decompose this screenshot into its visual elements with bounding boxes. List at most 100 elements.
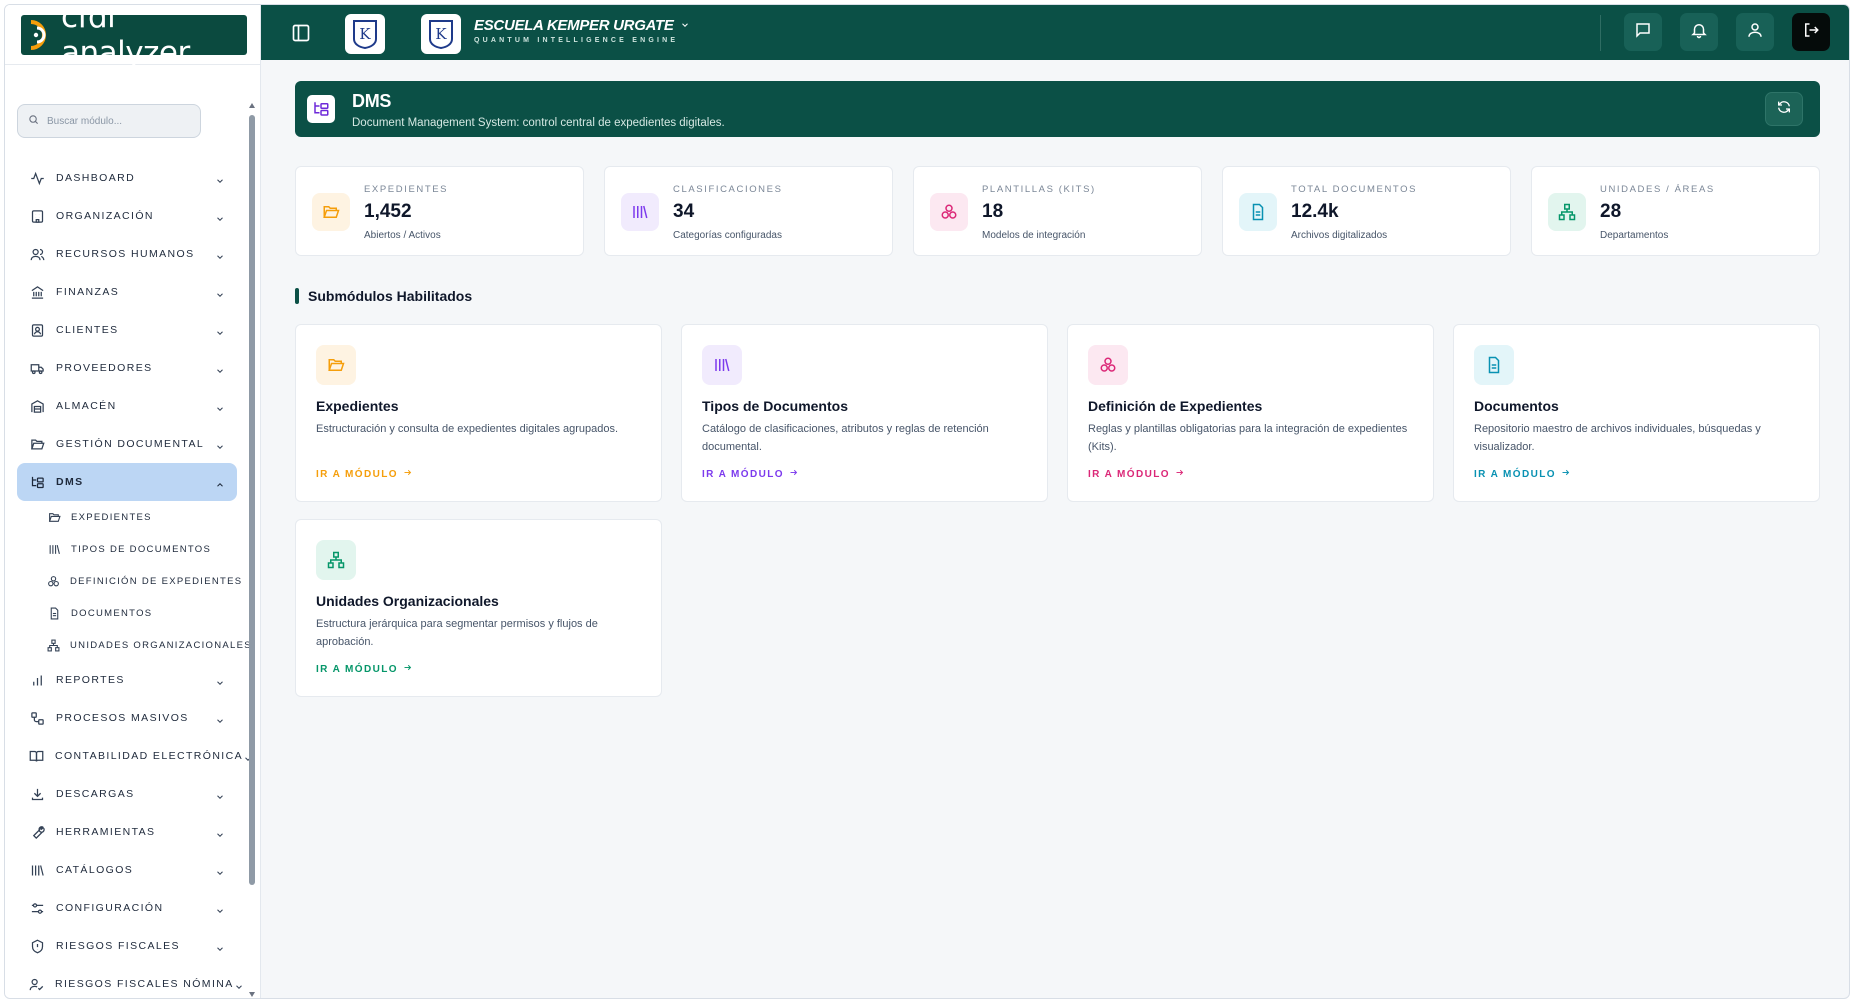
user-check-icon	[29, 976, 44, 992]
stat-card-unidades: UNIDADES / ÁREAS 28 Departamentos	[1531, 166, 1820, 256]
brand-name: cfdi analyzer	[61, 4, 190, 71]
section-title: Submódulos Habilitados	[308, 288, 473, 304]
module-link-label: IR A MÓDULO	[1088, 468, 1170, 480]
stat-card-expedientes: EXPEDIENTES 1,452 Abiertos / Activos	[295, 166, 584, 256]
building-icon	[29, 208, 45, 224]
sidebar-subitem-documentos[interactable]: DOCUMENTOS	[47, 597, 237, 629]
sidebar-item-label: CATÁLOGOS	[56, 864, 134, 876]
library-icon	[621, 193, 659, 231]
sidebar-item-finanzas[interactable]: FINANZAS	[17, 273, 237, 311]
sidebar-item-catalogos[interactable]: CATÁLOGOS	[17, 851, 237, 889]
logout-button[interactable]	[1792, 13, 1830, 51]
module-card-documentos[interactable]: Documentos Repositorio maestro de archiv…	[1453, 324, 1820, 502]
school-selector[interactable]: ESCUELA KEMPER URGATE QUANTUM INTELLIGEN…	[474, 17, 690, 44]
module-link-label: IR A MÓDULO	[316, 468, 398, 480]
module-description: Repositorio maestro de archivos individu…	[1474, 423, 1761, 453]
logout-icon	[1802, 21, 1820, 44]
sidebar: cfdi analyzer DASHBOARD ORGANIZACIÓN	[5, 5, 261, 998]
sidebar-item-gestion-documental[interactable]: GESTIÓN DOCUMENTAL	[17, 425, 237, 463]
sidebar-item-label: REPORTES	[56, 674, 125, 686]
sidebar-item-label: CONTABILIDAD ELECTRÓNICA	[55, 750, 244, 762]
search-input[interactable]	[47, 115, 187, 127]
module-card-definicion-de-expedientes[interactable]: Definición de Expedientes Reglas y plant…	[1067, 324, 1434, 502]
folder-tree-icon	[29, 474, 45, 490]
sidebar-item-recursos-humanos[interactable]: RECURSOS HUMANOS	[17, 235, 237, 273]
module-link[interactable]: IR A MÓDULO	[702, 468, 798, 480]
sidebar-subitem-definicion-de-expedientes[interactable]: DEFINICIÓN DE EXPEDIENTES	[47, 565, 241, 597]
sidebar-item-contabilidad-electronica[interactable]: CONTABILIDAD ELECTRÓNICA	[17, 737, 251, 775]
chevron-down-icon	[234, 979, 244, 989]
sidebar-scrollbar[interactable]	[248, 97, 256, 997]
sidebar-item-configuracion[interactable]: CONFIGURACIÓN	[17, 889, 237, 927]
sidebar-item-label: CLIENTES	[56, 324, 119, 336]
stat-label: CLASIFICACIONES	[673, 184, 783, 195]
sidebar-item-dashboard[interactable]: DASHBOARD	[17, 159, 237, 197]
module-link[interactable]: IR A MÓDULO	[1088, 468, 1184, 480]
bar-chart-icon	[29, 672, 45, 688]
messages-button[interactable]	[1624, 13, 1662, 51]
stat-value: 18	[982, 201, 1004, 222]
module-card-tipos-de-documentos[interactable]: Tipos de Documentos Catálogo de clasific…	[681, 324, 1048, 502]
sidebar-item-herramientas[interactable]: HERRAMIENTAS	[17, 813, 237, 851]
stat-card-plantillas: PLANTILLAS (KITS) 18 Modelos de integrac…	[913, 166, 1202, 256]
institution-logo[interactable]: K	[345, 14, 385, 54]
module-link[interactable]: IR A MÓDULO	[316, 663, 412, 675]
message-icon	[1634, 21, 1652, 44]
arrow-right-icon	[1175, 468, 1184, 480]
module-link-label: IR A MÓDULO	[316, 663, 398, 675]
refresh-button[interactable]	[1765, 92, 1803, 126]
chevron-down-icon	[215, 173, 225, 183]
sidebar-item-riesgos-fiscales-nomina[interactable]: RIESGOS FISCALES NÓMINA	[17, 965, 242, 998]
sidebar-subitem-expedientes[interactable]: EXPEDIENTES	[47, 501, 237, 533]
module-link-label: IR A MÓDULO	[702, 468, 784, 480]
sidebar-subitem-tipos-de-documentos[interactable]: TIPOS DE DOCUMENTOS	[47, 533, 237, 565]
sidebar-item-label: RIESGOS FISCALES NÓMINA	[55, 978, 234, 990]
module-link[interactable]: IR A MÓDULO	[1474, 468, 1570, 480]
network-icon	[316, 540, 356, 580]
sidebar-item-label: FINANZAS	[56, 286, 120, 298]
sidebar-subitem-unidades-organizacionales[interactable]: UNIDADES ORGANIZACIONALES	[47, 629, 251, 661]
sidebar-scroll-thumb[interactable]	[249, 115, 255, 885]
stat-note: Abiertos / Activos	[364, 230, 441, 241]
sidebar-item-label: HERRAMIENTAS	[56, 826, 156, 838]
sidebar-item-riesgos-fiscales[interactable]: RIESGOS FISCALES	[17, 927, 237, 965]
school-logo[interactable]: K	[421, 14, 461, 54]
sidebar-subitem-label: TIPOS DE DOCUMENTOS	[71, 543, 212, 555]
module-search[interactable]	[17, 104, 201, 138]
sidebar-item-organizacion[interactable]: ORGANIZACIÓN	[17, 197, 237, 235]
sidebar-item-label: PROVEEDORES	[56, 362, 153, 374]
sidebar-item-reportes[interactable]: REPORTES	[17, 661, 237, 699]
brand-logo-box[interactable]: cfdi analyzer	[21, 5, 247, 71]
module-description: Estructuración y consulta de expedientes…	[316, 423, 619, 435]
module-title: Definición de Expedientes	[1088, 398, 1263, 414]
profile-button[interactable]	[1736, 13, 1774, 51]
sidebar-item-dms[interactable]: DMS	[17, 463, 237, 501]
module-title: Expedientes	[316, 398, 399, 414]
sidebar-subitem-label: EXPEDIENTES	[71, 511, 152, 523]
sidebar-item-clientes[interactable]: CLIENTES	[17, 311, 237, 349]
sidebar-item-descargas[interactable]: DESCARGAS	[17, 775, 237, 813]
sidebar-toggle-icon[interactable]	[291, 23, 311, 43]
chevron-down-icon	[215, 439, 225, 449]
scroll-down-icon[interactable]	[248, 985, 256, 997]
sidebar-item-label: RIESGOS FISCALES	[56, 940, 180, 952]
module-link-label: IR A MÓDULO	[1474, 468, 1556, 480]
folder-tree-icon	[307, 95, 335, 123]
book-open-icon	[29, 748, 44, 764]
activity-icon	[29, 170, 45, 186]
module-description: Catálogo de clasificaciones, atributos y…	[702, 423, 989, 453]
module-link[interactable]: IR A MÓDULO	[316, 468, 412, 480]
sidebar-item-label: GESTIÓN DOCUMENTAL	[56, 438, 205, 450]
sidebar-item-almacen[interactable]: ALMACÉN	[17, 387, 237, 425]
sidebar-item-procesos-masivos[interactable]: PROCESOS MASIVOS	[17, 699, 237, 737]
scroll-up-icon[interactable]	[248, 97, 256, 108]
chevron-down-icon	[215, 865, 225, 875]
notifications-button[interactable]	[1680, 13, 1718, 51]
module-card-unidades-organizacionales[interactable]: Unidades Organizacionales Estructura jer…	[295, 519, 662, 697]
school-tagline: QUANTUM INTELLIGENCE ENGINE	[474, 37, 679, 44]
sidebar-item-label: CONFIGURACIÓN	[56, 902, 164, 914]
module-card-expedientes[interactable]: Expedientes Estructuración y consulta de…	[295, 324, 662, 502]
chevron-down-icon	[215, 325, 225, 335]
stat-value: 12.4k	[1291, 201, 1339, 222]
sidebar-item-proveedores[interactable]: PROVEEDORES	[17, 349, 237, 387]
